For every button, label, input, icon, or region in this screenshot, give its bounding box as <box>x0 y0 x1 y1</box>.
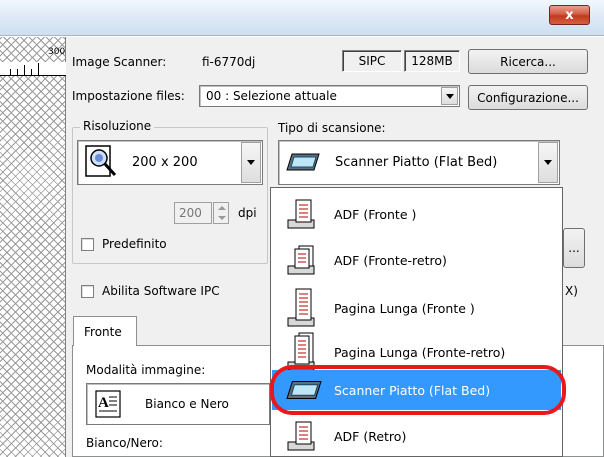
svg-text:A: A <box>98 395 109 411</box>
interface-badge: SIPC <box>342 50 402 72</box>
ipc-checkbox[interactable] <box>81 285 94 298</box>
list-item[interactable]: Pagina Lunga (Fronte ) <box>272 286 561 330</box>
chevron-down-icon[interactable] <box>538 142 558 183</box>
search-button[interactable]: Ricerca... <box>468 49 588 74</box>
scanner-model: fi-6770dj <box>202 55 256 69</box>
close-button[interactable]: x <box>549 5 590 25</box>
partial-side-text: X) <box>565 284 578 298</box>
file-settings-value: 00 : Selezione attuale <box>206 89 337 103</box>
ipc-checkbox-label: Abilita Software IPC <box>102 284 220 298</box>
default-checkbox[interactable] <box>81 238 94 251</box>
ruler <box>0 62 66 76</box>
custom-resolution-input[interactable]: 200 <box>174 202 212 224</box>
long-page-icon <box>287 288 315 327</box>
magnifier-icon <box>85 145 117 177</box>
spin-down-icon[interactable] <box>218 216 226 220</box>
spin-up-icon[interactable] <box>218 206 226 210</box>
file-settings-label: Impostazione files: <box>72 89 185 103</box>
bw-label: Bianco/Nero: <box>86 436 163 450</box>
adf-icon <box>287 199 315 229</box>
ruler-value: 300 <box>48 47 66 57</box>
memory-badge: 128MB <box>404 50 460 72</box>
more-button[interactable]: ... <box>563 228 585 268</box>
scanner-label: Image Scanner: <box>72 55 167 69</box>
chevron-down-icon[interactable] <box>441 87 458 105</box>
preview-area <box>0 37 66 457</box>
image-mode-value: Bianco e Nero <box>145 397 229 411</box>
title-bar <box>0 0 604 36</box>
chevron-down-icon[interactable] <box>241 142 261 183</box>
text-document-icon: A <box>95 390 121 418</box>
flatbed-scanner-icon <box>286 153 320 171</box>
close-icon: x <box>565 7 574 23</box>
adf-duplex-icon <box>287 245 315 275</box>
list-item[interactable]: ADF (Retro) <box>272 416 561 456</box>
image-mode-label: Modalità immagine: <box>86 363 206 377</box>
scan-type-combo[interactable]: Scanner Piatto (Flat Bed) <box>278 140 560 185</box>
resolution-value: 200 x 200 <box>132 155 198 170</box>
highlight-ring <box>270 365 566 415</box>
resolution-combo[interactable]: 200 x 200 <box>77 140 263 185</box>
resolution-group-label: Risoluzione <box>80 119 155 133</box>
scan-type-value: Scanner Piatto (Flat Bed) <box>335 155 498 170</box>
resolution-spinner[interactable] <box>213 202 229 224</box>
adf-icon <box>287 421 315 451</box>
image-mode-combo[interactable]: A Bianco e Nero <box>86 383 270 425</box>
file-settings-combo[interactable]: 00 : Selezione attuale <box>199 85 460 107</box>
default-checkbox-label: Predefinito <box>102 237 167 251</box>
list-item[interactable]: ADF (Fronte ) <box>272 194 561 234</box>
dpi-unit: dpi <box>238 206 257 220</box>
scan-type-dropdown[interactable]: ADF (Fronte ) ADF (Fronte-retro) Pagina … <box>270 187 563 457</box>
configuration-button[interactable]: Configurazione... <box>468 85 588 110</box>
list-item[interactable]: ADF (Fronte-retro) <box>272 240 561 280</box>
tab-fronte[interactable]: Fronte <box>73 316 137 346</box>
scan-type-label: Tipo di scansione: <box>278 121 386 135</box>
